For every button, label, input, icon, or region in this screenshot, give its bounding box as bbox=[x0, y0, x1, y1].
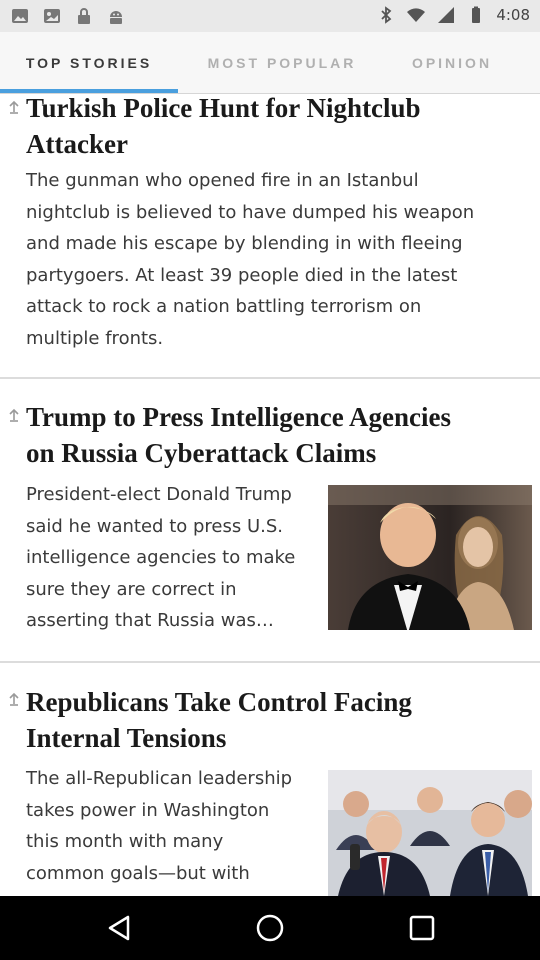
bluetooth-icon bbox=[381, 6, 392, 24]
navigation-bar bbox=[0, 896, 540, 960]
android-icon bbox=[110, 11, 122, 24]
tab-top-stories[interactable]: TOP STORIES bbox=[0, 32, 178, 94]
section-tabs: TOP STORIES MOST POPULAR OPINION bbox=[0, 32, 540, 94]
image-icon bbox=[44, 9, 60, 23]
clock: 4:08 bbox=[496, 6, 530, 24]
share-arrow-icon[interactable] bbox=[7, 408, 21, 426]
article-thumbnail[interactable] bbox=[328, 485, 532, 630]
battery-icon bbox=[472, 6, 481, 23]
article-divider bbox=[0, 661, 540, 663]
wifi-icon bbox=[407, 8, 426, 22]
article-headline[interactable]: Republicans Take Control Facing Internal… bbox=[26, 684, 516, 756]
article-headline[interactable]: Turkish Police Hunt for Nightclub Attack… bbox=[26, 90, 516, 162]
article-headline[interactable]: Trump to Press Intelligence Agencies on … bbox=[26, 399, 516, 471]
tab-opinion[interactable]: OPINION bbox=[384, 32, 520, 94]
recents-icon[interactable] bbox=[406, 912, 438, 944]
article-card[interactable]: Turkish Police Hunt for Nightclub Attack… bbox=[0, 93, 540, 378]
article-divider bbox=[0, 377, 540, 379]
article-summary: President-elect Donald Trump said he wan… bbox=[26, 484, 296, 632]
signal-icon bbox=[438, 7, 455, 23]
tab-most-popular[interactable]: MOST POPULAR bbox=[182, 32, 382, 94]
home-icon[interactable] bbox=[254, 912, 286, 944]
back-icon[interactable] bbox=[104, 912, 136, 944]
gallery-icon bbox=[12, 9, 28, 23]
article-card[interactable]: Trump to Press Intelligence Agencies on … bbox=[0, 380, 540, 662]
system-icons: 4:08 bbox=[376, 5, 530, 25]
status-bar: 4:08 bbox=[0, 0, 540, 32]
article-summary: The all-Republican leadership takes powe… bbox=[26, 768, 293, 884]
lock-icon bbox=[78, 8, 90, 24]
article-summary: The gunman who opened fire in an Istanbu… bbox=[26, 170, 475, 349]
article-thumbnail[interactable] bbox=[328, 770, 532, 896]
share-arrow-icon[interactable] bbox=[7, 692, 21, 710]
notification-icons bbox=[10, 6, 126, 26]
share-arrow-icon[interactable] bbox=[7, 100, 21, 118]
article-card[interactable]: Republicans Take Control Facing Internal… bbox=[0, 664, 540, 896]
